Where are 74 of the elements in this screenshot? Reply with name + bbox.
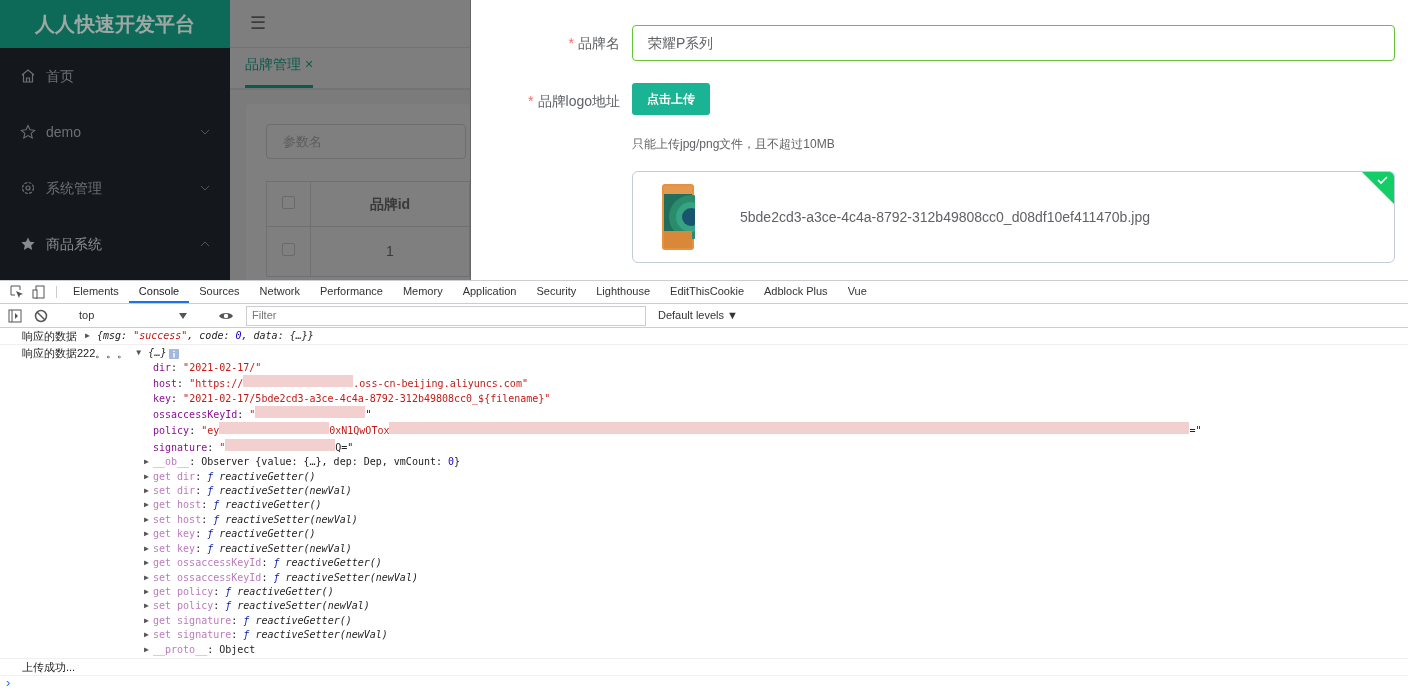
field-label: * 品牌logo地址 (527, 92, 621, 111)
expand-icon[interactable]: ▶ (144, 613, 153, 629)
tab[interactable]: Security (526, 281, 587, 303)
property-line: get policy: ƒ reactiveGetter() (153, 584, 334, 599)
column-header: 品牌id (310, 181, 470, 227)
expand-icon[interactable]: ▶ (144, 484, 153, 499)
property-line: set signature: ƒ reactiveSetter(newVal) (153, 628, 388, 643)
tab[interactable]: Lighthouse (586, 281, 661, 303)
file-name: 5bde2cd3-a3ce-4c4a-8792-312b49808cc0_d08df10ef411470b.jpg (740, 207, 1150, 227)
sidebar-item[interactable]: 首页 (0, 48, 230, 104)
tab[interactable]: Application (452, 281, 527, 303)
expand-icon[interactable]: ▶ (144, 556, 153, 571)
tab[interactable]: Adblock Plus (754, 281, 838, 303)
property-line: get dir: ƒ reactiveGetter() (153, 469, 316, 484)
property-line: get host: ƒ reactiveGetter() (153, 498, 322, 513)
hint-text: 只能上传jpg/png文件，且不超过10MB (632, 136, 836, 153)
object-preview: {msg: "success", code: 0, data: {…}} (97, 329, 314, 343)
property-line: get ossaccessKeyId: ƒ reactiveGetter() (153, 556, 382, 571)
tab[interactable]: Memory (392, 281, 453, 303)
field-label: * 品牌名 (567, 34, 621, 53)
home-icon (20, 68, 36, 84)
log-message: 响应的数据222。。。 (22, 346, 129, 361)
expand-icon[interactable]: ▶ (144, 498, 153, 513)
levels-dropdown[interactable]: Default levels ▼ (658, 307, 738, 324)
property-line: __proto__: Object (153, 642, 256, 657)
property-line: get key: ƒ reactiveGetter() (153, 527, 316, 542)
expand-icon[interactable]: ▶ (85, 329, 94, 344)
property-line: set host: ƒ reactiveSetter(newVal) (153, 512, 358, 527)
tab[interactable]: Console (128, 281, 190, 303)
property-line: host: "https:// .oss-cn-beijing.aliyuncs.com" (153, 375, 528, 392)
property-line: set policy: ƒ reactiveSetter(newVal) (153, 599, 370, 614)
expand-icon[interactable]: ▶ (144, 541, 153, 557)
star-icon (20, 236, 36, 252)
log-message: 上传成功... (22, 659, 76, 675)
object-preview: {…} (148, 346, 167, 361)
star-icon (20, 124, 36, 140)
table-cell: 1 (310, 226, 470, 277)
expand-icon[interactable]: ▶ (144, 584, 153, 600)
tab[interactable]: EditThisCookie (660, 281, 755, 303)
expand-icon[interactable]: ▶ (144, 599, 153, 614)
property-line: ossaccessKeyId: " " (153, 406, 372, 423)
property-line: __ob__: Observer {value: {…}, dep: Dep, vmCount: 0} (153, 455, 461, 470)
tab[interactable]: Network (249, 281, 310, 303)
sidebar-item[interactable]: demo (0, 104, 230, 160)
filter-field[interactable]: Filter (246, 305, 646, 326)
tab[interactable]: Sources (189, 281, 250, 303)
log-message: 响应的数据 (22, 329, 77, 344)
property-line: dir: "2021-02-17/" (153, 360, 262, 375)
property-line: policy: "ey 0xN1QwOTox =" (153, 422, 1202, 439)
sidebar-item[interactable]: 商品系统 (0, 216, 230, 272)
expand-icon[interactable]: ▶ (144, 455, 153, 470)
expand-icon[interactable]: ▶ (144, 469, 153, 485)
property-line: set dir: ƒ reactiveSetter(newVal) (153, 484, 352, 499)
app-title: 人人快速开发平台 (0, 0, 230, 48)
tab[interactable]: Performance (309, 281, 393, 303)
expand-icon[interactable]: ▶ (144, 642, 153, 657)
property-line: get signature: ƒ reactiveGetter() (153, 613, 352, 628)
gear-icon (20, 180, 36, 196)
property-line: signature: " Q=" (153, 438, 354, 456)
expand-icon[interactable]: ▼ (136, 346, 146, 361)
expand-icon[interactable]: ▶ (144, 512, 153, 528)
prompt-icon[interactable]: › (6, 675, 11, 688)
property-line: set key: ƒ reactiveSetter(newVal) (153, 541, 352, 556)
sidebar-item[interactable]: 系统管理 (0, 160, 230, 216)
tab[interactable]: Elements (63, 281, 129, 303)
dropdown-icon (179, 312, 187, 319)
expand-icon[interactable]: ▶ (144, 628, 153, 643)
property-line: key: "2021-02-17/5bde2cd3-a3ce-4c4a-8792-312b49808cc0_${filename}" (153, 391, 551, 407)
property-line: set ossaccessKeyId: ƒ reactiveSetter(newVal) (153, 570, 418, 585)
expand-icon[interactable]: ▶ (144, 570, 153, 585)
input-field[interactable]: 荣耀P系列 (632, 25, 1395, 61)
tab[interactable]: Vue (837, 281, 877, 303)
context-select[interactable]: top (73, 307, 193, 324)
expand-icon[interactable]: ▶ (144, 527, 153, 542)
